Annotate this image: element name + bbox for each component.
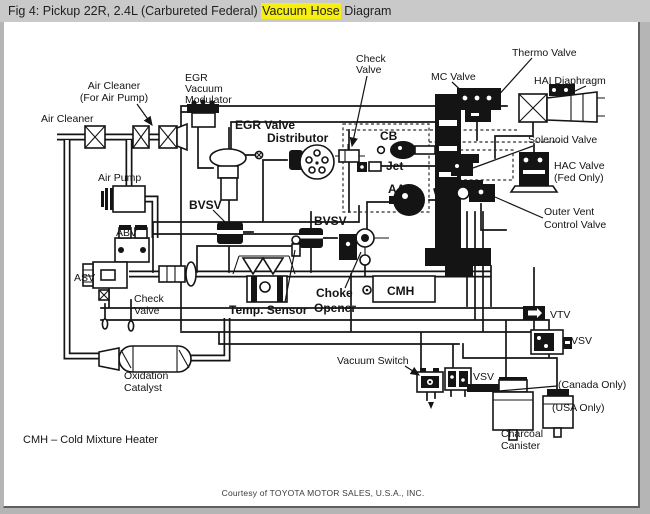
vacuum-switch-component: [417, 368, 443, 409]
label-vtv: VTV: [550, 309, 570, 321]
figure-viewer-window: Fig 4: Pickup 22R, 2.4L (Carbureted Fede…: [0, 0, 650, 514]
choke-opener-component: [339, 229, 389, 265]
label-air-pump: Air Pump: [98, 172, 141, 184]
label-temp-sensor: Temp. Sensor: [229, 303, 308, 317]
label-check-valve-left: Check: [134, 293, 165, 305]
air-pump-component: [101, 186, 145, 212]
label-thermo-valve: Thermo Valve: [512, 47, 577, 59]
label-oxidation-catalyst: Oxidation: [124, 370, 169, 382]
label-charcoal-canister-2: Canister: [501, 440, 541, 452]
label-aap: AAP: [388, 182, 413, 196]
label-choke-opener-2: Opener: [314, 301, 356, 315]
figure-title-bar: Fig 4: Pickup 22R, 2.4L (Carbureted Fede…: [0, 0, 650, 22]
oxidation-catalyst-component: [99, 346, 191, 372]
label-vacuum-switch: Vacuum Switch: [337, 355, 409, 367]
vacuum-hose-diagram: Air Cleaner Air Cleaner (For Air Pump) E…: [4, 22, 638, 506]
jet-component: [357, 162, 381, 172]
credit-line: Courtesy of TOYOTA MOTOR SALES, U.S.A., …: [222, 488, 425, 498]
label-check-valve-left-2: Valve: [134, 305, 160, 317]
vtv-component: [523, 306, 545, 320]
outer-vent-control-valve-component: [457, 184, 495, 202]
label-egr-valve: EGR Valve: [235, 118, 295, 132]
bvsv-right-component: [299, 228, 323, 248]
label-oxidation-catalyst-2: Catalyst: [124, 382, 162, 394]
label-egr-vacuum-modulator-3: Modulator: [185, 94, 232, 106]
label-asv: ASV: [74, 272, 95, 284]
label-hai-diaphragm: HAI Diaphragm: [534, 75, 606, 87]
label-outer-vent-control-valve: Outer Vent: [544, 206, 594, 218]
bvsv-left-component: [217, 222, 243, 244]
figure-title-highlight: Vacuum Hose: [261, 3, 341, 19]
distributor-component: [289, 145, 334, 179]
label-distributor: Distributor: [267, 131, 329, 145]
label-air-cleaner-for-air-pump-2: (For Air Pump): [80, 92, 148, 104]
air-cleaner-duct-symbols: [85, 124, 187, 150]
label-vsv-right: VSV: [571, 335, 592, 347]
label-hac-valve: HAC Valve: [554, 160, 605, 172]
label-cmh: CMH: [387, 284, 414, 298]
diagram-panel: Air Cleaner Air Cleaner (For Air Pump) E…: [3, 22, 640, 508]
label-abv: ABV: [116, 227, 137, 239]
figure-title-prefix: Fig 4: Pickup 22R, 2.4L (Carbureted Fede…: [8, 4, 261, 18]
label-bvsv-right: BVSV: [314, 214, 347, 228]
vsv-right-component: [531, 330, 572, 354]
label-charcoal-canister: Charcoal: [501, 428, 543, 440]
hai-diaphragm-assembly: [519, 84, 605, 122]
hac-valve-component: [511, 152, 557, 192]
label-hac-valve-2: (Fed Only): [554, 172, 604, 184]
legend-cmh: CMH – Cold Mixture Heater: [23, 434, 158, 446]
label-check-valve-top-2: Valve: [356, 64, 382, 76]
label-air-cleaner-for-air-pump: Air Cleaner: [88, 80, 141, 92]
check-valve-left-component: [159, 262, 196, 286]
check-valve-top-component: [335, 144, 365, 162]
label-cb: CB: [380, 129, 398, 143]
label-mc-valve: MC Valve: [431, 71, 476, 83]
label-choke-opener: Choke: [316, 286, 353, 300]
label-bvsv-left: BVSV: [189, 198, 222, 212]
solenoid-valve-component: [451, 160, 473, 176]
label-outer-vent-control-valve-2: Control Valve: [544, 219, 606, 231]
label-usa-only: (USA Only): [552, 402, 605, 414]
label-canada-only: (Canada Only): [558, 379, 626, 391]
label-jet: Jet: [386, 159, 403, 173]
label-solenoid-valve: Solenoid Valve: [528, 134, 597, 146]
label-air-cleaner: Air Cleaner: [41, 113, 94, 125]
egr-valve-component: [210, 149, 263, 200]
figure-title-suffix: Diagram: [341, 4, 392, 18]
thermo-valve-component: [465, 110, 491, 122]
label-vsv-bottom: VSV: [473, 371, 494, 383]
cb-component: [378, 141, 435, 159]
